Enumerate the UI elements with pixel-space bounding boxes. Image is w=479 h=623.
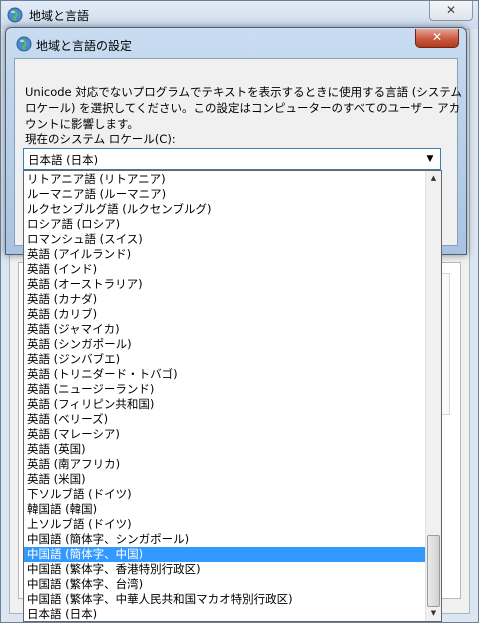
globe-icon [16, 36, 32, 52]
system-locale-combobox[interactable]: 日本語 (日本) ▼ [23, 148, 441, 170]
system-locale-label: 現在のシステム ロケール(C): [25, 132, 176, 146]
dropdown-item[interactable]: ロマンシュ語 (スイス) [24, 232, 425, 247]
outer-window-title: 地域と言語 [29, 9, 90, 23]
arrow-up-icon[interactable]: ▲ [426, 171, 441, 186]
dropdown-item[interactable]: 中国語 (繁体字、中華人民共和国マカオ特別行政区) [24, 592, 425, 607]
dropdown-item[interactable]: 中国語 (繁体字、台湾) [24, 577, 425, 592]
dropdown-item[interactable]: 中国語 (簡体字、中国) [24, 547, 425, 562]
dropdown-item[interactable]: リトアニア語 (リトアニア) [24, 172, 425, 187]
dialog-title-bar[interactable]: 地域と言語の設定 ✕ [6, 28, 466, 58]
dropdown-items: リトアニア語 (リトアニア) ルーマニア語 (ルーマニア) ルクセンブルグ語 (ルク… [24, 172, 425, 621]
scrollbar-thumb[interactable] [427, 535, 440, 607]
chevron-down-icon[interactable]: ▼ [423, 152, 437, 166]
dropdown-item[interactable]: 英語 (英国) [24, 442, 425, 457]
dropdown-item[interactable]: 韓国語 (韓国) [24, 502, 425, 517]
dropdown-item[interactable]: 英語 (ジャマイカ) [24, 322, 425, 337]
dropdown-item[interactable]: 英語 (カナダ) [24, 292, 425, 307]
combobox-selected-value: 日本語 (日本) [28, 153, 99, 167]
dropdown-item[interactable]: 英語 (ベリーズ) [24, 412, 425, 427]
outer-close-button[interactable]: ✕ [429, 1, 473, 21]
system-locale-description: Unicode 対応でないプログラムでテキストを表示するときに使用する言語 (シ… [25, 85, 462, 131]
dialog-close-button[interactable]: ✕ [415, 29, 459, 48]
dropdown-item[interactable]: 中国語 (繁体字、香港特別行政区) [24, 562, 425, 577]
dropdown-item[interactable]: 英語 (南アフリカ) [24, 457, 425, 472]
dropdown-item[interactable]: 下ソルブ語 (ドイツ) [24, 487, 425, 502]
dropdown-item[interactable]: ルーマニア語 (ルーマニア) [24, 187, 425, 202]
dropdown-item[interactable]: 英語 (フィリピン共和国) [24, 397, 425, 412]
dropdown-item[interactable]: ロシア語 (ロシア) [24, 217, 425, 232]
globe-icon [7, 7, 23, 23]
dropdown-item[interactable]: 英語 (ニュージーランド) [24, 382, 425, 397]
dropdown-item[interactable]: ルクセンブルグ語 (ルクセンブルグ) [24, 202, 425, 217]
locale-dropdown-list[interactable]: リトアニア語 (リトアニア) ルーマニア語 (ルーマニア) ルクセンブルグ語 (ルク… [23, 170, 442, 622]
dropdown-item[interactable]: 英語 (ジンバブエ) [24, 352, 425, 367]
dropdown-item[interactable]: 英語 (インド) [24, 262, 425, 277]
dropdown-item[interactable]: 英語 (アイルランド) [24, 247, 425, 262]
dropdown-item[interactable]: 日本語 (日本) [24, 607, 425, 621]
outer-title-bar[interactable]: 地域と言語 ✕ [1, 1, 478, 29]
dropdown-item[interactable]: 英語 (米国) [24, 472, 425, 487]
dropdown-item[interactable]: 英語 (カリブ) [24, 307, 425, 322]
dropdown-item[interactable]: 英語 (オーストラリア) [24, 277, 425, 292]
dialog-title: 地域と言語の設定 [36, 39, 133, 53]
dropdown-item[interactable]: 英語 (シンガポール) [24, 337, 425, 352]
arrow-down-icon[interactable]: ▼ [426, 606, 441, 621]
dropdown-item[interactable]: 中国語 (簡体字、シンガポール) [24, 532, 425, 547]
dropdown-item[interactable]: 上ソルブ語 (ドイツ) [24, 517, 425, 532]
dropdown-item[interactable]: 英語 (トリニダード・トバゴ) [24, 367, 425, 382]
screen: 地域と言語 ✕ 地域と言語の設定 ✕ Unicode 対応でないプログラムでテキ… [0, 0, 479, 623]
dropdown-item[interactable]: 英語 (マレーシア) [24, 427, 425, 442]
dropdown-scrollbar[interactable]: ▲ ▼ [425, 171, 441, 621]
